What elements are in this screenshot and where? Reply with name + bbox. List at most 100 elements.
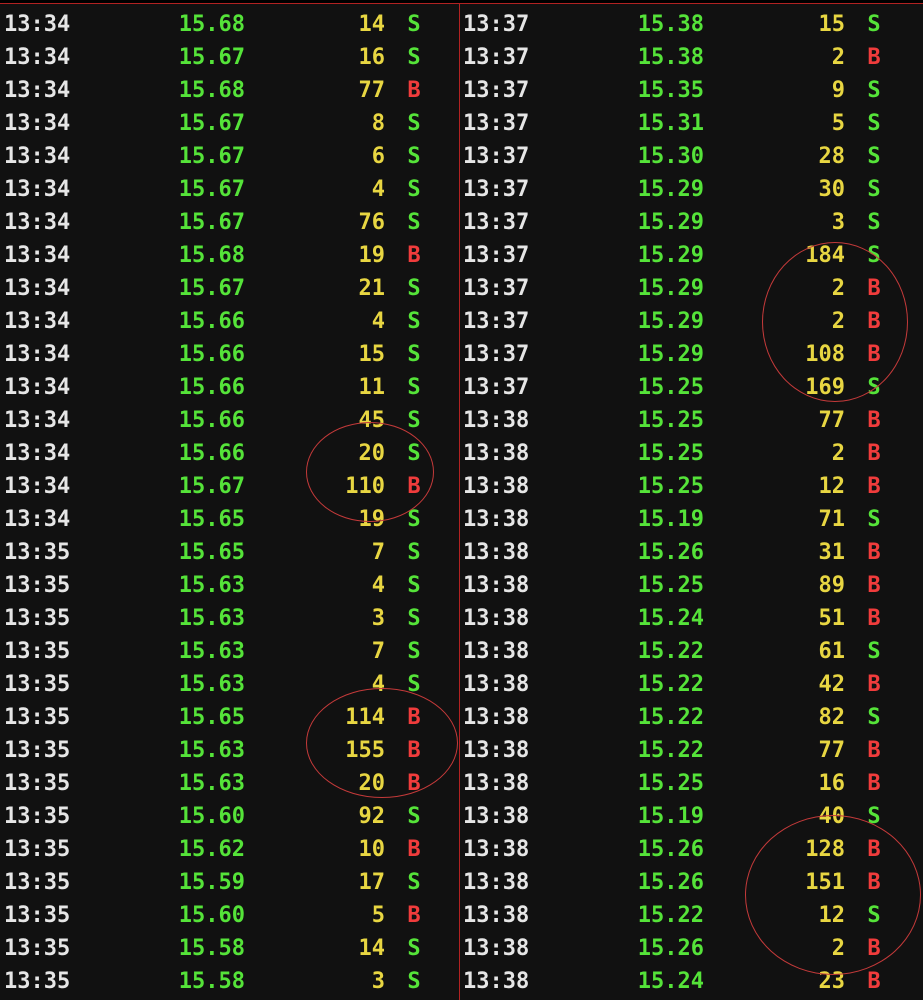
trade-row[interactable]: 13:34 15.68 19 B — [0, 239, 459, 272]
trade-row[interactable]: 13:37 15.29 184 S — [460, 239, 923, 272]
trade-row[interactable]: 13:35 15.63 3 S — [0, 602, 459, 635]
trade-volume: 14 — [358, 12, 386, 37]
trade-row[interactable]: 13:37 15.29 2 B — [460, 272, 923, 305]
trade-row[interactable]: 13:34 15.66 15 S — [0, 338, 459, 371]
trade-price: 15.65 — [178, 507, 245, 532]
trade-row[interactable]: 13:35 15.62 10 B — [0, 833, 459, 866]
trade-row[interactable]: 13:34 15.67 16 S — [0, 41, 459, 74]
trade-side: B — [407, 837, 421, 862]
trade-side: S — [867, 210, 881, 235]
trade-time: 13:34 — [4, 243, 71, 268]
trade-price: 15.60 — [178, 804, 245, 829]
trade-row[interactable]: 13:35 15.65 114 B — [0, 701, 459, 734]
trade-time: 13:38 — [463, 969, 530, 994]
trade-row[interactable]: 13:34 15.68 77 B — [0, 74, 459, 107]
trade-volume: 15 — [358, 342, 386, 367]
trade-row[interactable]: 13:38 15.26 31 B — [460, 536, 923, 569]
trade-row[interactable]: 13:37 15.29 108 B — [460, 338, 923, 371]
trade-row[interactable]: 13:34 15.66 4 S — [0, 305, 459, 338]
trade-price: 15.31 — [637, 111, 704, 136]
trade-row[interactable]: 13:34 15.67 21 S — [0, 272, 459, 305]
trade-volume: 19 — [358, 243, 386, 268]
trade-volume: 4 — [371, 672, 385, 697]
trade-time: 13:37 — [463, 111, 530, 136]
trade-volume: 2 — [831, 309, 845, 334]
trade-row[interactable]: 13:34 15.67 4 S — [0, 173, 459, 206]
trade-row[interactable]: 13:37 15.35 9 S — [460, 74, 923, 107]
trade-row[interactable]: 13:35 15.60 92 S — [0, 800, 459, 833]
trade-row[interactable]: 13:37 15.30 28 S — [460, 140, 923, 173]
trade-row[interactable]: 13:38 15.24 23 B — [460, 965, 923, 998]
trade-side: S — [407, 309, 421, 334]
trade-row[interactable]: 13:35 15.58 14 S — [0, 932, 459, 965]
trade-row[interactable]: 13:35 15.63 7 S — [0, 635, 459, 668]
trade-row[interactable]: 13:37 15.31 5 S — [460, 107, 923, 140]
trade-row[interactable]: 13:34 15.67 110 B — [0, 470, 459, 503]
trade-row[interactable]: 13:35 15.65 7 S — [0, 536, 459, 569]
trade-row[interactable]: 13:34 15.68 14 S — [0, 8, 459, 41]
trade-row[interactable]: 13:35 15.60 5 B — [0, 899, 459, 932]
trade-price: 15.63 — [178, 606, 245, 631]
trade-side: B — [407, 903, 421, 928]
trade-side: B — [867, 771, 881, 796]
trade-row[interactable]: 13:37 15.25 169 S — [460, 371, 923, 404]
trade-volume: 8 — [371, 111, 385, 136]
trade-row[interactable]: 13:37 15.29 3 S — [460, 206, 923, 239]
trade-time: 13:35 — [4, 738, 71, 763]
trade-row[interactable]: 13:34 15.66 45 S — [0, 404, 459, 437]
trade-row[interactable]: 13:38 15.25 77 B — [460, 404, 923, 437]
trade-side: B — [407, 705, 421, 730]
trade-row[interactable]: 13:38 15.25 12 B — [460, 470, 923, 503]
trade-row[interactable]: 13:38 15.22 12 S — [460, 899, 923, 932]
trade-time: 13:37 — [463, 12, 530, 37]
trade-time: 13:35 — [4, 969, 71, 994]
trade-row[interactable]: 13:35 15.63 155 B — [0, 734, 459, 767]
trade-time: 13:34 — [4, 12, 71, 37]
trade-time: 13:34 — [4, 210, 71, 235]
trade-row[interactable]: 13:34 15.66 20 S — [0, 437, 459, 470]
trade-row[interactable]: 13:34 15.65 19 S — [0, 503, 459, 536]
trade-time: 13:37 — [463, 342, 530, 367]
trade-row[interactable]: 13:38 15.19 71 S — [460, 503, 923, 536]
trade-volume: 16 — [818, 771, 846, 796]
trade-side: S — [407, 276, 421, 301]
trade-volume: 12 — [818, 903, 846, 928]
trade-volume: 9 — [831, 78, 845, 103]
trade-row[interactable]: 13:38 15.26 151 B — [460, 866, 923, 899]
trade-row[interactable]: 13:35 15.63 20 B — [0, 767, 459, 800]
trade-side: B — [867, 408, 881, 433]
trade-row[interactable]: 13:34 15.67 76 S — [0, 206, 459, 239]
trade-side: S — [407, 12, 421, 37]
trade-row[interactable]: 13:38 15.24 51 B — [460, 602, 923, 635]
trade-row[interactable]: 13:38 15.22 42 B — [460, 668, 923, 701]
trade-row[interactable]: 13:38 15.22 77 B — [460, 734, 923, 767]
trade-row[interactable]: 13:35 15.63 4 S — [0, 569, 459, 602]
trade-time: 13:35 — [4, 672, 71, 697]
trade-row[interactable]: 13:34 15.67 6 S — [0, 140, 459, 173]
trade-row[interactable]: 13:38 15.22 61 S — [460, 635, 923, 668]
trade-row[interactable]: 13:34 15.66 11 S — [0, 371, 459, 404]
trade-row[interactable]: 13:38 15.25 16 B — [460, 767, 923, 800]
trade-row[interactable]: 13:37 15.29 2 B — [460, 305, 923, 338]
trade-row[interactable]: 13:35 15.63 4 S — [0, 668, 459, 701]
trade-row[interactable]: 13:37 15.29 30 S — [460, 173, 923, 206]
trade-price: 15.25 — [637, 573, 704, 598]
trade-side: S — [407, 804, 421, 829]
trade-volume: 14 — [358, 936, 386, 961]
trade-price: 15.25 — [637, 408, 704, 433]
trade-side: S — [407, 870, 421, 895]
trade-row[interactable]: 13:38 15.22 82 S — [460, 701, 923, 734]
trade-row[interactable]: 13:35 15.58 3 S — [0, 965, 459, 998]
trade-row[interactable]: 13:37 15.38 15 S — [460, 8, 923, 41]
trade-row[interactable]: 13:37 15.38 2 B — [460, 41, 923, 74]
trade-row[interactable]: 13:35 15.59 17 S — [0, 866, 459, 899]
trade-row[interactable]: 13:38 15.25 2 B — [460, 437, 923, 470]
trade-price: 15.63 — [178, 771, 245, 796]
trade-volume: 76 — [358, 210, 386, 235]
trade-row[interactable]: 13:38 15.25 89 B — [460, 569, 923, 602]
trade-row[interactable]: 13:38 15.26 128 B — [460, 833, 923, 866]
trade-row[interactable]: 13:38 15.26 2 B — [460, 932, 923, 965]
trade-row[interactable]: 13:38 15.19 40 S — [460, 800, 923, 833]
trade-row[interactable]: 13:34 15.67 8 S — [0, 107, 459, 140]
trade-time: 13:35 — [4, 771, 71, 796]
